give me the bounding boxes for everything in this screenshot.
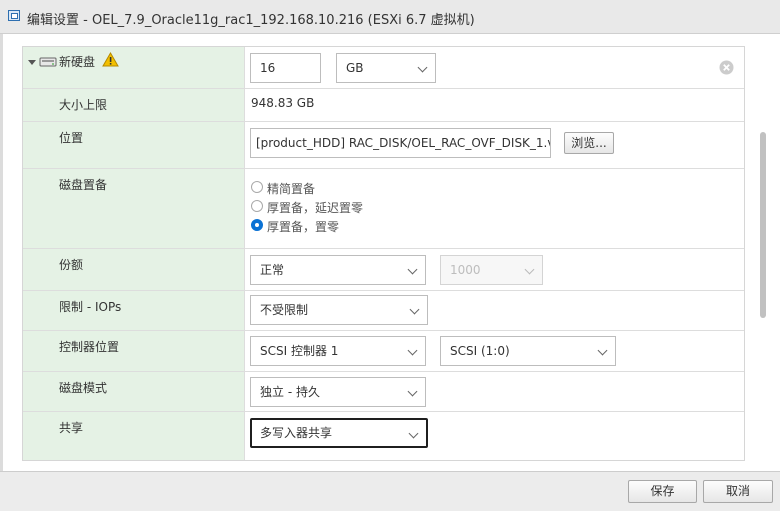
row-value-cell: 948.83 GB xyxy=(245,89,744,121)
row-label-cell: 份额 xyxy=(23,249,245,290)
hard-disk-icon xyxy=(39,57,57,67)
row-label-cell: 磁盘置备 xyxy=(23,169,245,248)
shares-label: 份额 xyxy=(59,258,84,272)
cancel-button[interactable]: 取消 xyxy=(703,480,773,503)
row-value-cell: 不受限制 xyxy=(245,291,744,330)
controller-slot-value: SCSI (1:0) xyxy=(450,344,510,358)
chevron-down-icon xyxy=(408,428,419,439)
row-value-cell: 多写入器共享 xyxy=(245,412,744,460)
controller-select[interactable]: SCSI 控制器 1 xyxy=(250,336,426,366)
save-button[interactable]: 保存 xyxy=(628,480,697,503)
row-label-cell: 位置 xyxy=(23,122,245,168)
browse-button[interactable]: 浏览... xyxy=(564,132,614,154)
row-shares: 份额 正常 1000 xyxy=(23,249,744,291)
row-value-cell: [product_HDD] RAC_DISK/OEL_RAC_OVF_DISK_… xyxy=(245,122,744,168)
limit-iops-value: 不受限制 xyxy=(260,303,309,317)
row-max-size: 大小上限 948.83 GB xyxy=(23,89,744,122)
row-value-cell: 独立 - 持久 xyxy=(245,372,744,411)
row-sharing: 共享 多写入器共享 xyxy=(23,412,744,460)
max-size-value: 948.83 GB xyxy=(251,96,315,110)
location-label: 位置 xyxy=(59,131,84,145)
row-label-cell: 限制 - IOPs xyxy=(23,291,245,330)
controller-location-label: 控制器位置 xyxy=(59,340,120,354)
dialog-title: 编辑设置 - OEL_7.9_Oracle11g_rac1_192.168.10… xyxy=(27,13,475,28)
row-value-cell: 正常 1000 xyxy=(245,249,744,290)
radio-button[interactable] xyxy=(251,181,263,193)
shares-number-value: 1000 xyxy=(450,263,481,277)
row-value-cell: SCSI 控制器 1 SCSI (1:0) xyxy=(245,331,744,371)
disk-size-unit-value: GB xyxy=(346,61,364,75)
row-label-cell: 共享 xyxy=(23,412,245,460)
disk-mode-value: 独立 - 持久 xyxy=(260,385,320,399)
row-disk-mode: 磁盘模式 独立 - 持久 xyxy=(23,372,744,412)
row-label-cell: 新硬盘 xyxy=(23,47,245,88)
dialog-titlebar: 编辑设置 - OEL_7.9_Oracle11g_rac1_192.168.10… xyxy=(0,0,780,34)
chevron-down-icon xyxy=(417,62,428,73)
disk-settings-panel: 新硬盘 16 GB 大小上限 948.83 GB 位置 [product_HDD… xyxy=(22,46,745,461)
warning-icon xyxy=(102,52,119,67)
chevron-down-icon xyxy=(407,345,418,356)
row-limit-iops: 限制 - IOPs 不受限制 xyxy=(23,291,744,331)
row-new-disk: 新硬盘 16 GB xyxy=(23,47,744,89)
triangle-down-icon[interactable] xyxy=(28,58,36,66)
provisioning-label: 磁盘置备 xyxy=(59,178,108,192)
chevron-down-icon xyxy=(407,264,418,275)
row-location: 位置 [product_HDD] RAC_DISK/OEL_RAC_OVF_DI… xyxy=(23,122,744,169)
disk-mode-label: 磁盘模式 xyxy=(59,381,108,395)
row-label-cell: 磁盘模式 xyxy=(23,372,245,411)
chevron-down-icon xyxy=(407,386,418,397)
row-label-cell: 大小上限 xyxy=(23,89,245,121)
close-circle-icon[interactable] xyxy=(719,60,734,75)
vm-settings-icon xyxy=(8,10,20,21)
sharing-value: 多写入器共享 xyxy=(260,426,333,440)
row-value-cell: 精简置备 厚置备，延迟置零 厚置备，置零 xyxy=(245,169,744,248)
row-label-cell: 控制器位置 xyxy=(23,331,245,371)
disk-size-unit-select[interactable]: GB xyxy=(336,53,436,83)
location-input[interactable]: [product_HDD] RAC_DISK/OEL_RAC_OVF_DISK_… xyxy=(250,128,551,158)
shares-value: 正常 xyxy=(260,263,285,277)
chevron-down-icon xyxy=(597,345,608,356)
radio-button[interactable] xyxy=(251,200,263,212)
row-provisioning: 磁盘置备 精简置备 厚置备，延迟置零 厚置备，置零 xyxy=(23,169,744,249)
radio-button-selected[interactable] xyxy=(251,219,263,231)
new-disk-label: 新硬盘 xyxy=(59,55,96,69)
max-size-label: 大小上限 xyxy=(59,98,108,112)
limit-iops-label: 限制 - IOPs xyxy=(59,300,122,314)
sharing-select[interactable]: 多写入器共享 xyxy=(250,418,428,448)
shares-number-select: 1000 xyxy=(440,255,543,285)
scrollbar-thumb[interactable] xyxy=(760,132,766,318)
row-controller-location: 控制器位置 SCSI 控制器 1 SCSI (1:0) xyxy=(23,331,744,372)
row-value-cell: 16 GB xyxy=(245,47,744,88)
controller-slot-select[interactable]: SCSI (1:0) xyxy=(440,336,616,366)
disk-mode-select[interactable]: 独立 - 持久 xyxy=(250,377,426,407)
disk-size-input[interactable]: 16 xyxy=(250,53,321,83)
dialog-left-edge xyxy=(0,34,3,471)
chevron-down-icon xyxy=(409,304,420,315)
dialog-footer: 保存 取消 xyxy=(0,471,780,511)
shares-select[interactable]: 正常 xyxy=(250,255,426,285)
sharing-label: 共享 xyxy=(59,421,84,435)
controller-value: SCSI 控制器 1 xyxy=(260,344,339,358)
chevron-down-icon xyxy=(524,264,535,275)
limit-iops-select[interactable]: 不受限制 xyxy=(250,295,428,325)
